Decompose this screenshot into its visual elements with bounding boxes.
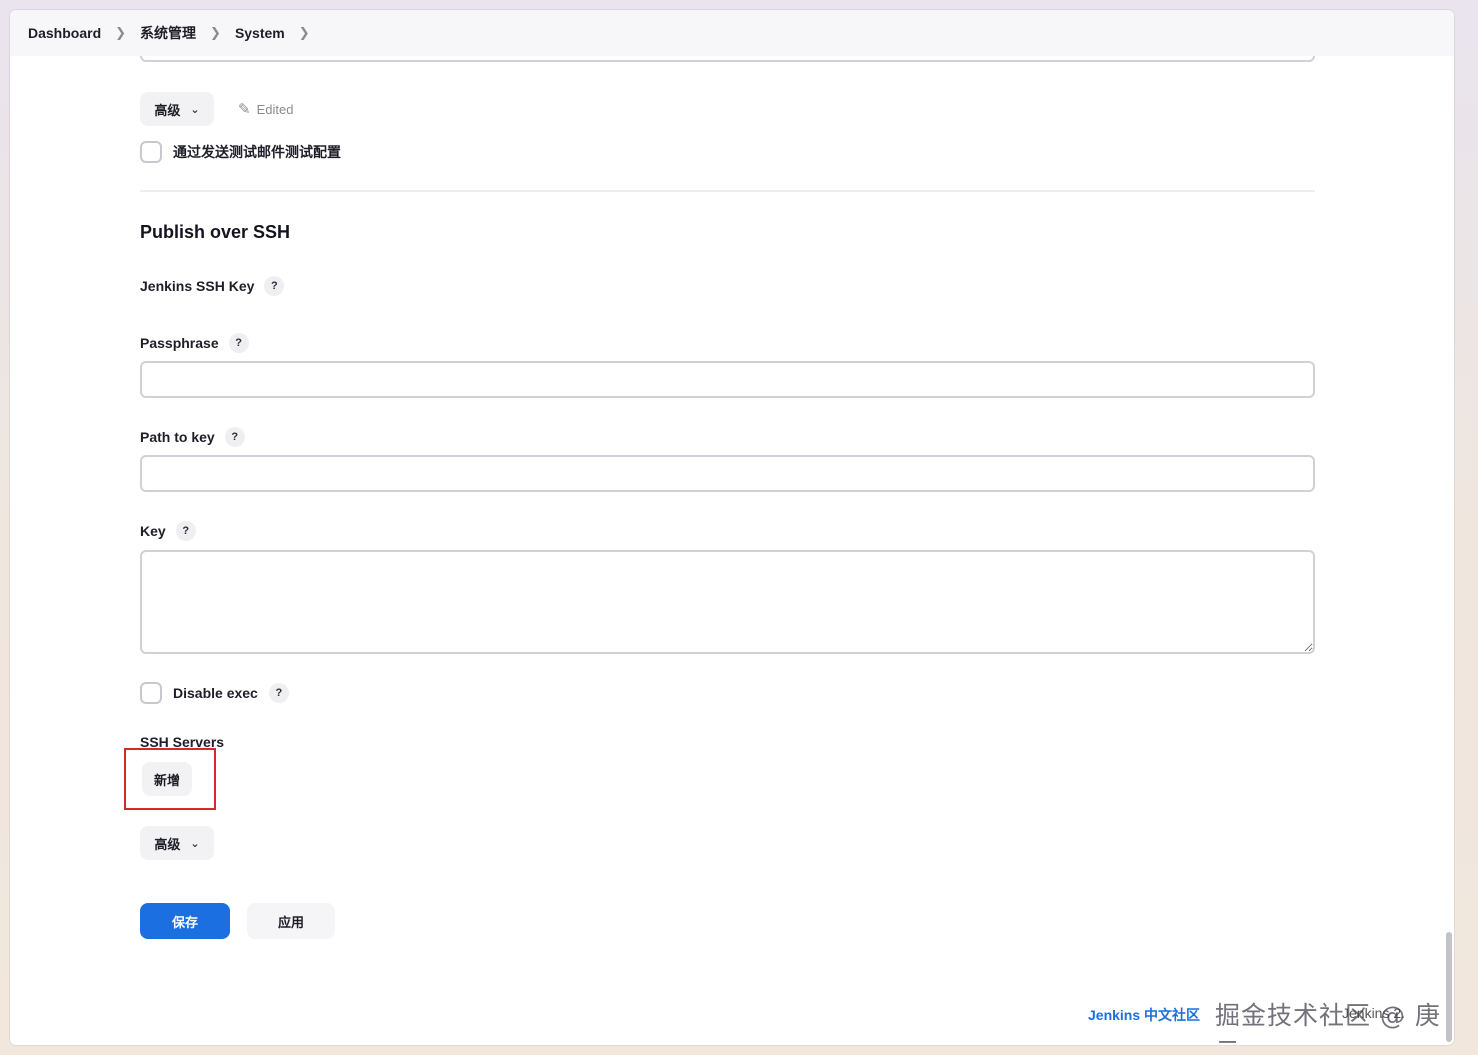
jenkins-ssh-key-label: Jenkins SSH Key <box>140 278 255 294</box>
breadcrumb-dashboard[interactable]: Dashboard <box>28 25 101 41</box>
advanced-label: 高级 <box>154 836 181 852</box>
advanced-label: 高级 <box>154 102 181 118</box>
passphrase-label: Passphrase <box>140 335 219 351</box>
key-textarea[interactable] <box>140 550 1315 654</box>
breadcrumb-system[interactable]: System <box>235 25 285 41</box>
scrollbar-track[interactable] <box>1444 56 1452 1042</box>
passphrase-label-row: Passphrase ? <box>140 333 249 353</box>
pencil-icon: ✎ <box>238 101 251 118</box>
disable-exec-row: Disable exec ? <box>140 682 289 704</box>
chevron-right-icon: ❯ <box>115 25 127 40</box>
save-button[interactable]: 保存 <box>140 903 230 939</box>
path-to-key-label-row: Path to key ? <box>140 427 245 447</box>
scrollbar-thumb[interactable] <box>1446 932 1452 1042</box>
key-label-row: Key ? <box>140 521 196 541</box>
chevron-down-icon: ⌄ <box>190 103 200 116</box>
key-label: Key <box>140 523 166 539</box>
browser-window: Dashboard ❯ 系统管理 ❯ System ❯ 高级 ⌄ ✎ Edite… <box>10 10 1454 1045</box>
test-mail-checkbox[interactable] <box>140 141 162 163</box>
disable-exec-label[interactable]: Disable exec <box>173 685 258 701</box>
ssh-advanced-button[interactable]: 高级 ⌄ <box>140 826 214 860</box>
email-advanced-button[interactable]: 高级 ⌄ <box>140 92 214 126</box>
help-icon[interactable]: ? <box>175 521 196 541</box>
test-mail-row: 通过发送测试邮件测试配置 <box>140 141 341 163</box>
edited-label: Edited <box>256 101 294 117</box>
chevron-right-icon[interactable]: ❯ <box>299 25 310 41</box>
path-to-key-input[interactable] <box>140 455 1315 492</box>
test-mail-label[interactable]: 通过发送测试邮件测试配置 <box>173 142 341 162</box>
passphrase-input[interactable] <box>140 361 1315 398</box>
help-icon[interactable]: ? <box>264 276 285 296</box>
add-ssh-server-button[interactable]: 新增 <box>142 762 192 796</box>
edited-indicator: ✎ Edited <box>238 100 293 118</box>
section-title-publish-over-ssh: Publish over SSH <box>140 222 291 242</box>
disable-exec-checkbox[interactable] <box>140 682 162 704</box>
jenkins-ssh-key-label-row: Jenkins SSH Key ? <box>140 276 285 296</box>
watermark: 掘金技术社区 @ 庚云 <box>1215 1001 1441 1045</box>
chevron-right-icon: ❯ <box>210 25 221 40</box>
breadcrumb-system-admin[interactable]: 系统管理 <box>140 23 196 43</box>
help-icon[interactable]: ? <box>228 333 249 353</box>
help-icon[interactable]: ? <box>268 683 289 703</box>
breadcrumb: Dashboard ❯ 系统管理 ❯ System ❯ <box>10 10 1454 56</box>
apply-button[interactable]: 应用 <box>247 903 335 939</box>
help-icon[interactable]: ? <box>224 427 245 447</box>
path-to-key-label: Path to key <box>140 429 215 445</box>
main-content: 高级 ⌄ ✎ Edited 通过发送测试邮件测试配置 Publish over … <box>124 10 1315 1045</box>
section-divider <box>140 190 1315 192</box>
chevron-down-icon: ⌄ <box>190 837 200 850</box>
jenkins-community-link[interactable]: Jenkins 中文社区 <box>1088 1005 1200 1025</box>
